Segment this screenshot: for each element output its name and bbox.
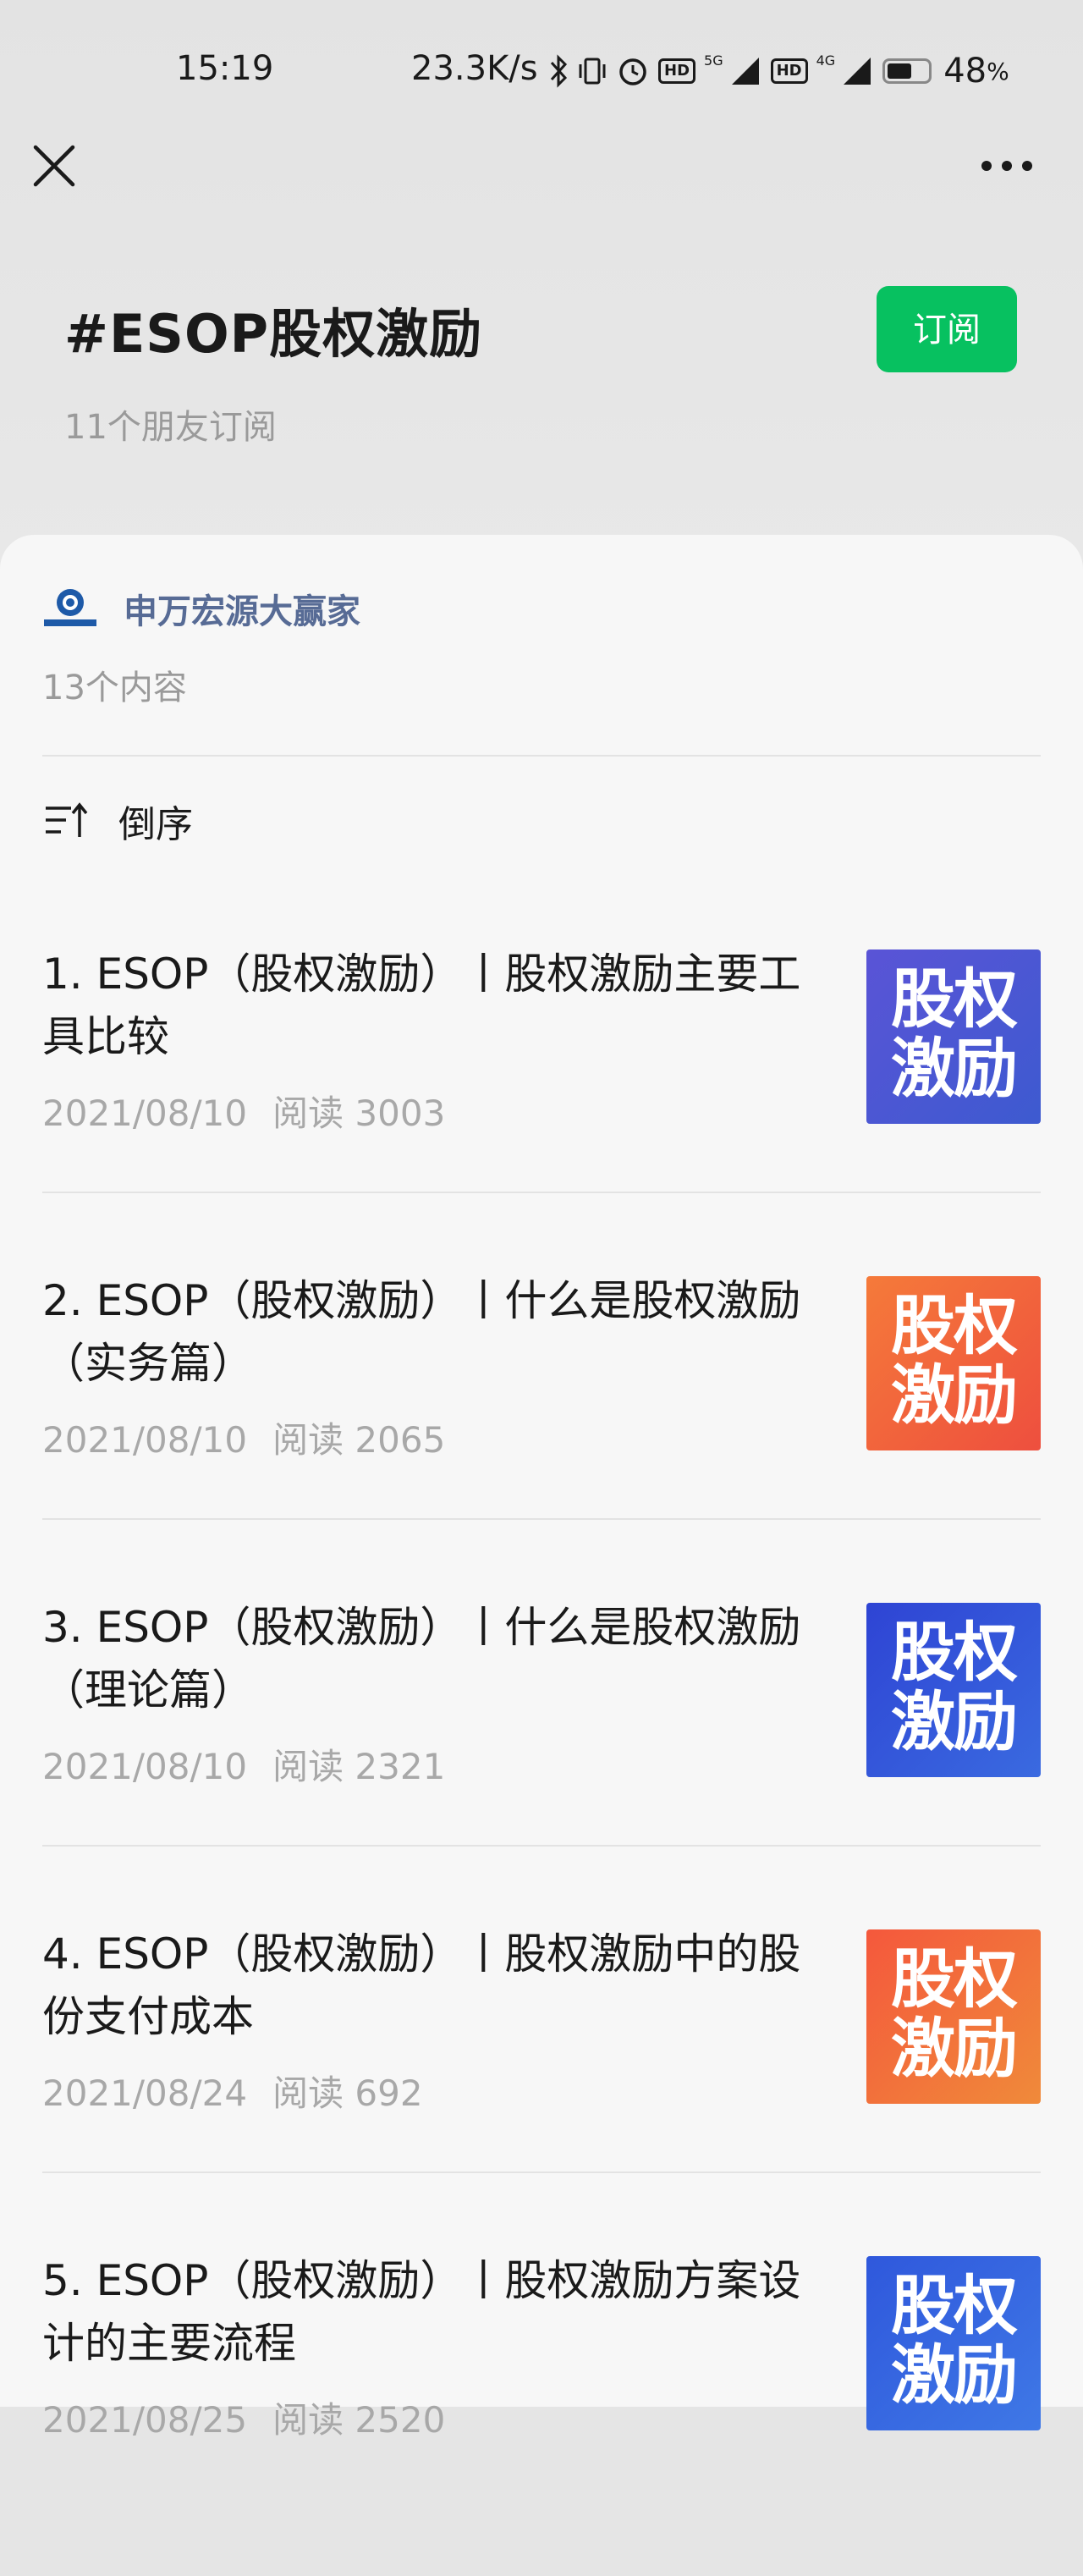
source-name[interactable]: 申万宏源大赢家 — [124, 584, 360, 633]
battery-unit: % — [987, 57, 1009, 85]
article-title[interactable]: 3. ESOP（股权激励）丨什么是股权激励（理论篇） — [42, 1596, 829, 1721]
article-reads: 阅读 692 — [272, 2072, 423, 2114]
divider — [42, 1845, 1041, 1847]
article-date: 2021/08/25 — [42, 2399, 248, 2441]
article-meta: 2021/08/25 阅读 2520 — [42, 2392, 445, 2443]
sort-icon — [46, 802, 88, 837]
article-reads: 阅读 3003 — [272, 1093, 446, 1134]
close-button[interactable] — [30, 142, 78, 190]
bluetooth-icon — [548, 54, 569, 88]
thumbnail-text: 股权激励 — [891, 1941, 1018, 2086]
subscribe-button[interactable]: 订阅 — [877, 286, 1017, 372]
battery-text: 48% — [943, 52, 1009, 91]
article-thumbnail[interactable]: 股权激励 — [866, 1276, 1041, 1450]
signal-icon-2 — [840, 56, 874, 86]
hd-icon-2: HD — [770, 58, 808, 84]
close-icon — [33, 145, 75, 187]
article-date: 2021/08/10 — [42, 1093, 248, 1134]
subscriber-count: 11个朋友订阅 — [64, 408, 277, 447]
article-thumbnail[interactable]: 股权激励 — [866, 1929, 1041, 2104]
hd-icon: HD — [658, 58, 696, 84]
status-time: 15:19 — [176, 49, 274, 88]
divider — [42, 1518, 1041, 1520]
article-item[interactable]: 3. ESOP（股权激励）丨什么是股权激励（理论篇） 2021/08/10 阅读 … — [42, 1596, 1041, 1923]
thumbnail-text: 股权激励 — [891, 1288, 1018, 1433]
sort-label: 倒序 — [118, 803, 193, 846]
article-title[interactable]: 4. ESOP（股权激励）丨股权激励中的股份支付成本 — [42, 1923, 829, 2048]
network-speed: 23.3K/s — [411, 49, 538, 88]
source-logo-icon — [44, 589, 96, 626]
thumbnail-text: 股权激励 — [891, 961, 1018, 1106]
battery-level: 48 — [943, 52, 987, 91]
divider — [42, 1192, 1041, 1193]
article-reads: 阅读 2065 — [272, 1419, 446, 1461]
article-meta: 2021/08/10 阅读 2321 — [42, 1738, 445, 1790]
page-title: #ESOP股权激励 — [64, 303, 483, 365]
article-date: 2021/08/24 — [42, 2072, 248, 2114]
alarm-icon — [616, 54, 650, 88]
article-title[interactable]: 2. ESOP（股权激励）丨什么是股权激励（实务篇） — [42, 1269, 829, 1395]
thumbnail-text: 股权激励 — [891, 1615, 1018, 1759]
content-card: 申万宏源大赢家 13个内容 倒序 1. ESOP（股权激励）丨股权激励主要工具比… — [0, 535, 1083, 2441]
article-item[interactable]: 2. ESOP（股权激励）丨什么是股权激励（实务篇） 2021/08/10 阅读 … — [42, 1269, 1041, 1596]
article-item[interactable]: 5. ESOP（股权激励）丨股权激励方案设计的主要流程 2021/08/25 阅读… — [42, 2249, 1041, 2576]
more-icon — [981, 161, 1032, 171]
article-meta: 2021/08/10 阅读 2065 — [42, 1412, 445, 1463]
article-meta: 2021/08/10 阅读 3003 — [42, 1085, 445, 1137]
divider — [42, 2171, 1041, 2173]
content-count: 13个内容 — [42, 669, 187, 707]
article-meta: 2021/08/24 阅读 692 — [42, 2065, 423, 2116]
article-date: 2021/08/10 — [42, 1419, 248, 1461]
thumbnail-text: 股权激励 — [891, 2268, 1018, 2413]
article-item[interactable]: 4. ESOP（股权激励）丨股权激励中的股份支付成本 2021/08/24 阅读 … — [42, 1923, 1041, 2249]
network-5g-label: 5G — [704, 52, 723, 69]
signal-icon — [728, 56, 762, 86]
divider — [42, 755, 1041, 757]
article-thumbnail[interactable]: 股权激励 — [866, 949, 1041, 1124]
vibrate-icon — [577, 54, 607, 88]
status-icons: HD 5G HD 4G 48% — [548, 52, 1009, 91]
article-thumbnail[interactable]: 股权激励 — [866, 1603, 1041, 1777]
article-item[interactable]: 1. ESOP（股权激励）丨股权激励主要工具比较 2021/08/10 阅读 30… — [42, 943, 1041, 1269]
status-bar: 15:19 23.3K/s HD 5G HD 4G 48% — [0, 41, 1083, 108]
source-account[interactable]: 申万宏源大赢家 — [42, 579, 360, 638]
more-button[interactable] — [978, 149, 1036, 183]
article-reads: 阅读 2321 — [272, 1746, 446, 1787]
article-title[interactable]: 5. ESOP（股权激励）丨股权激励方案设计的主要流程 — [42, 2249, 829, 2375]
sort-toggle[interactable]: 倒序 — [42, 795, 193, 846]
article-reads: 阅读 2520 — [272, 2399, 446, 2441]
article-title[interactable]: 1. ESOP（股权激励）丨股权激励主要工具比较 — [42, 943, 829, 1068]
article-date: 2021/08/10 — [42, 1746, 248, 1787]
battery-icon — [882, 58, 932, 84]
article-thumbnail[interactable]: 股权激励 — [866, 2256, 1041, 2430]
network-4g-label: 4G — [816, 52, 836, 69]
